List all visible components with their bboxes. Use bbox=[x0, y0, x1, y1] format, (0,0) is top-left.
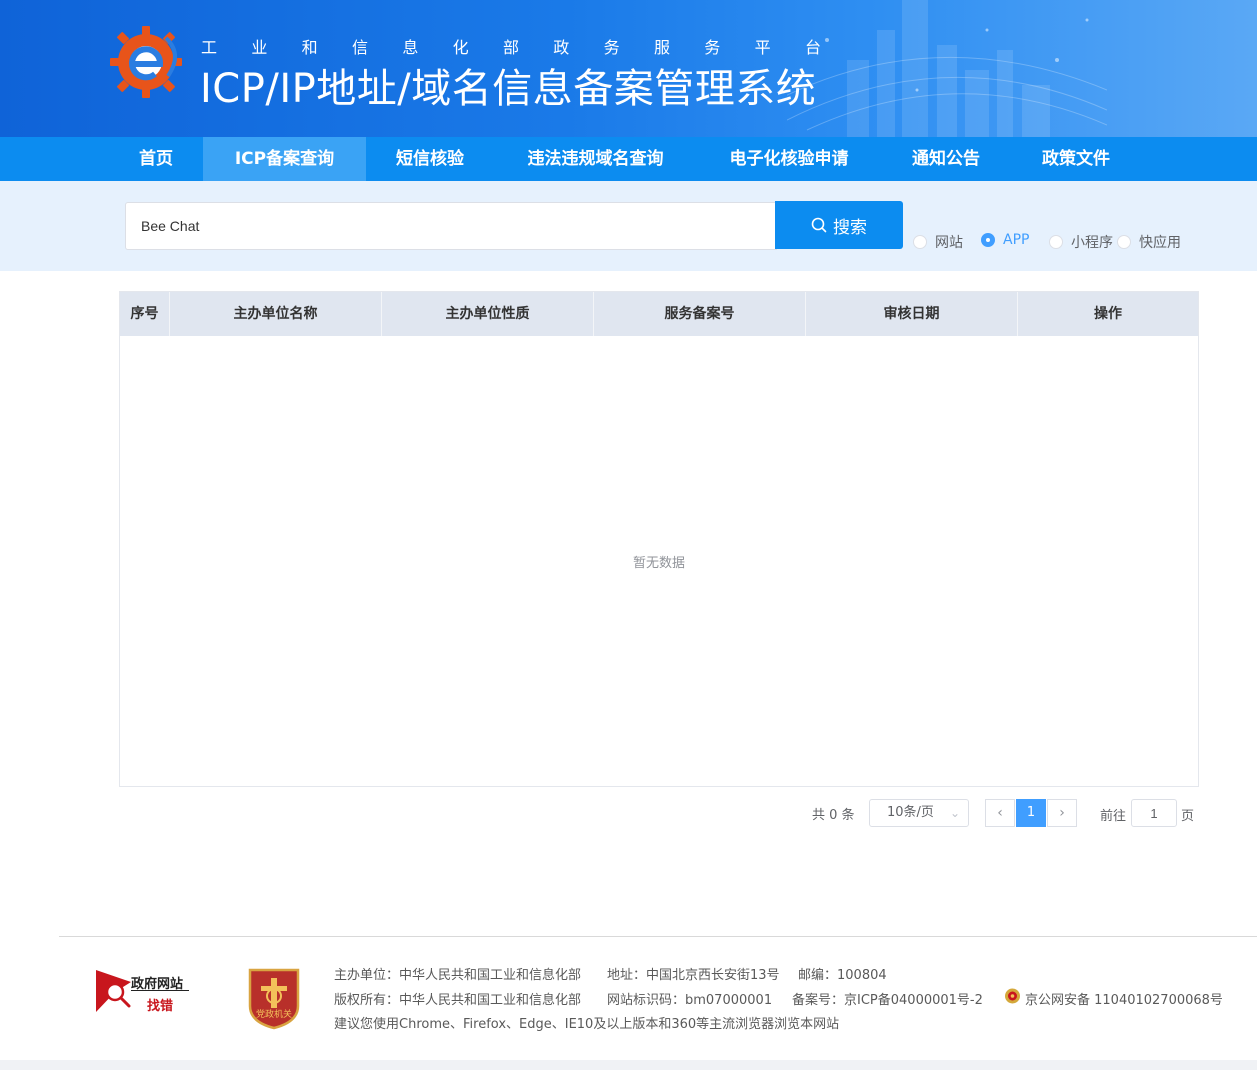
footer-browser-tip: 建议您使用Chrome、Firefox、Edge、IE10及以上版本和360等主… bbox=[334, 1017, 840, 1032]
gov-site-error-badge[interactable]: 政府网站 找错 bbox=[95, 968, 195, 1014]
next-page-button[interactable]: › bbox=[1047, 799, 1077, 827]
col-action: 操作 bbox=[1094, 306, 1122, 322]
goto-label: 前往 bbox=[1100, 809, 1127, 824]
subtitle-char: 务 bbox=[603, 38, 620, 57]
subtitle-char: 息 bbox=[402, 38, 419, 57]
prev-page-button[interactable]: ‹ bbox=[985, 799, 1015, 827]
nav-sms-verify[interactable]: 短信核验 bbox=[366, 137, 494, 181]
nav-policy-docs[interactable]: 政策文件 bbox=[1011, 137, 1141, 181]
radio-circle bbox=[1049, 235, 1063, 249]
col-host-type: 主办单位性质 bbox=[382, 292, 594, 336]
nav-notices[interactable]: 通知公告 bbox=[881, 137, 1011, 181]
subtitle-char: 部 bbox=[502, 38, 519, 57]
page-number-button[interactable]: 1 bbox=[1016, 799, 1046, 827]
subtitle-char: 化 bbox=[452, 38, 469, 57]
footer-divider bbox=[59, 936, 1257, 937]
subtitle-char: 服 bbox=[653, 38, 670, 57]
radio-app[interactable]: APP bbox=[981, 232, 1029, 248]
radio-label: 快应用 bbox=[1139, 235, 1181, 251]
radio-circle bbox=[981, 233, 995, 247]
subtitle-char: 务 bbox=[704, 38, 721, 57]
radio-circle bbox=[913, 235, 927, 249]
footer-site-id: 网站标识码：bm07000001 bbox=[607, 993, 773, 1008]
page-size-select[interactable]: 10条/页 ⌄ bbox=[869, 799, 969, 827]
subtitle-char: 业 bbox=[251, 38, 268, 57]
chevron-right-icon: › bbox=[1059, 805, 1065, 821]
police-badge-icon bbox=[1005, 988, 1020, 1004]
nav-e-verify-apply[interactable]: 电子化核验申请 bbox=[697, 137, 881, 181]
subtitle-char: 和 bbox=[301, 38, 318, 57]
magnifier-flag-icon bbox=[96, 970, 131, 1012]
col-service-license: 服务备案号 bbox=[594, 292, 806, 336]
party-badge-label: 党政机关 bbox=[255, 1010, 292, 1020]
nav-home[interactable]: 首页 bbox=[110, 137, 202, 181]
search-button[interactable]: 搜索 bbox=[775, 201, 903, 249]
radio-label: APP bbox=[1003, 232, 1030, 248]
main-nav: 首页 ICP备案查询 短信核验 违法违规域名查询 电子化核验申请 通知公告 政策… bbox=[0, 137, 1257, 181]
search-button-label: 搜索 bbox=[833, 217, 867, 238]
chevron-down-icon: ⌄ bbox=[949, 806, 960, 820]
table-header: 序号 主办单位名称 主办单位性质 服务备案号 审核日期 操作 bbox=[120, 292, 1198, 336]
footer-address: 地址：中国北京西长安街13号 bbox=[607, 968, 780, 983]
party-gov-badge[interactable]: 党政机关 bbox=[247, 966, 301, 1030]
ministry-logo bbox=[110, 26, 182, 98]
radio-circle bbox=[1117, 235, 1131, 249]
pagination-total: 共 0 条 bbox=[812, 808, 855, 823]
goto-page-input[interactable] bbox=[1131, 799, 1177, 827]
system-title: ICP/IP地址/域名信息备案管理系统 bbox=[200, 66, 817, 112]
radio-quick-app[interactable]: 快应用 bbox=[1117, 232, 1181, 252]
col-host-name: 主办单位名称 bbox=[170, 292, 382, 336]
party-emblem-icon bbox=[248, 968, 300, 1030]
site-header: 工 业 和 信 息 化 部 政 务 服 务 平 台 ICP/IP地址/域名信息备案管理系统 bbox=[0, 0, 1257, 137]
gov-badge-rule bbox=[131, 990, 189, 991]
page-bottom-bar bbox=[0, 1060, 1257, 1070]
page-size-value: 10条/页 bbox=[887, 805, 934, 820]
radio-label: 网站 bbox=[935, 235, 963, 251]
footer-host: 主办单位：中华人民共和国工业和信息化部 bbox=[334, 968, 582, 983]
footer-copyright: 版权所有：中华人民共和国工业和信息化部 bbox=[334, 993, 582, 1008]
radio-label: 小程序 bbox=[1071, 235, 1113, 251]
nav-icp-query[interactable]: ICP备案查询 bbox=[203, 137, 366, 181]
results-table: 序号 主办单位名称 主办单位性质 服务备案号 审核日期 操作 暂无数据 bbox=[119, 291, 1199, 787]
city-skyline-decoration bbox=[787, 0, 1107, 137]
footer-postcode: 邮编：100804 bbox=[798, 968, 887, 983]
search-icon bbox=[811, 217, 827, 233]
subtitle-char: 台 bbox=[804, 38, 821, 57]
footer-icp-link[interactable]: 备案号：京ICP备04000001号-2 bbox=[792, 989, 983, 1008]
subtitle-char: 工 bbox=[201, 38, 218, 57]
platform-subtitle: 工业和信息化部政务服务平台 bbox=[201, 34, 821, 57]
goto-suffix: 页 bbox=[1181, 809, 1195, 824]
radio-website[interactable]: 网站 bbox=[913, 232, 963, 252]
chevron-left-icon: ‹ bbox=[997, 805, 1003, 821]
subtitle-char: 平 bbox=[754, 38, 771, 57]
radio-mini-program[interactable]: 小程序 bbox=[1049, 232, 1113, 252]
search-input[interactable] bbox=[125, 202, 777, 250]
nav-illegal-domain-query[interactable]: 违法违规域名查询 bbox=[494, 137, 697, 181]
empty-state: 暂无数据 bbox=[632, 556, 685, 571]
col-index: 序号 bbox=[120, 292, 170, 336]
subtitle-char: 信 bbox=[351, 38, 368, 57]
gov-badge-line2: 找错 bbox=[147, 999, 174, 1014]
subtitle-char: 政 bbox=[553, 38, 570, 57]
footer-police-link[interactable]: 京公网安备 11040102700068号 bbox=[1025, 989, 1223, 1008]
col-review-date: 审核日期 bbox=[806, 292, 1018, 336]
